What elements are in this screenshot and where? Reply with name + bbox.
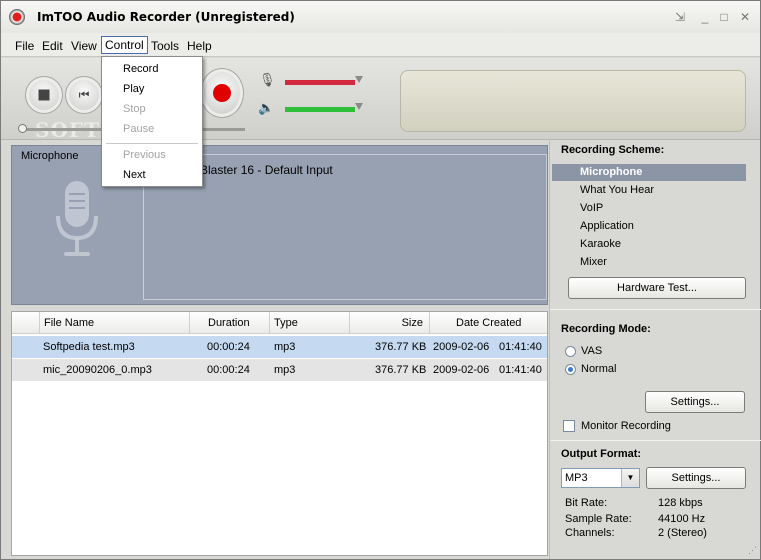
source-device-panel: d Blaster 16 - Default Input [143,154,547,300]
menu-file[interactable]: File [11,37,38,55]
scheme-item-karaoke[interactable]: Karaoke [552,236,746,253]
hardware-test-button[interactable]: Hardware Test... [568,277,746,299]
output-format-title: Output Format: [561,448,642,460]
stop-icon [38,89,50,101]
column-header-date-created[interactable]: Date Created [429,312,547,334]
recording-scheme-title: Recording Scheme: [561,144,665,156]
source-label: Microphone [21,150,79,162]
table-row[interactable]: mic_20090206_0.mp3 00:00:24 mp3 376.77 K… [12,359,547,381]
mic-volume-handle[interactable] [355,76,363,83]
previous-button[interactable]: ⏮ [65,76,103,114]
record-icon [213,84,231,102]
divider [550,440,761,441]
minimize-to-tray-icon[interactable]: ⇲ [673,10,687,24]
monitor-recording-label: Monitor Recording [581,420,671,432]
time-cell: 01:41:40 [499,341,542,353]
menu-item-record[interactable]: Record [103,59,201,79]
column-header-size[interactable]: Size [349,312,429,334]
format-settings-button[interactable]: Settings... [646,467,746,489]
minimize-icon[interactable]: _ [698,10,712,24]
mode-label-vas: VAS [581,345,603,357]
microphone-large-icon [56,181,98,256]
mode-radio-vas[interactable] [565,346,576,357]
sample-rate-label: Sample Rate: [565,513,632,525]
size-cell: 376.77 KB [375,341,427,353]
window-title: ImTOO Audio Recorder (Unregistered) [37,10,295,24]
menu-item-previous[interactable]: Previous [103,145,201,165]
stop-button[interactable] [25,76,63,114]
scheme-item-what-you-hear[interactable]: What You Hear [552,182,746,199]
output-format-value: MP3 [565,472,588,484]
menu-item-play[interactable]: Play [103,79,201,99]
mic-volume-slider[interactable] [285,80,355,85]
date-cell: 2009-02-06 [433,341,490,353]
sample-rate-value: 44100 Hz [658,513,706,525]
lcd-display [400,70,746,132]
duration-cell: 00:00:24 [207,341,250,353]
menu-bar: File Edit View Control Tools Help [1,33,760,57]
column-header-duration[interactable]: Duration [189,312,269,334]
output-format-select[interactable]: MP3 ▼ [561,468,640,488]
mode-radio-normal[interactable] [565,364,576,375]
table-header: File Name Duration Type Size Date Create… [12,312,547,334]
chevron-down-icon[interactable]: ▼ [621,469,639,487]
time-cell: 01:41:40 [499,364,542,376]
size-cell: 376.77 KB [375,364,427,376]
menu-edit[interactable]: Edit [38,37,67,55]
speaker-icon: 🔈 [258,100,275,115]
column-header-type[interactable]: Type [269,312,349,334]
channels-label: Channels: [565,527,615,539]
duration-cell: 00:00:24 [207,364,250,376]
scheme-item-voip[interactable]: VoIP [552,200,746,217]
type-cell: mp3 [274,364,296,376]
column-header-file-name[interactable]: File Name [39,312,189,334]
menu-separator [106,143,198,144]
resize-grip-icon[interactable]: ⋰ [748,545,757,556]
column-header-icon[interactable] [12,312,39,334]
settings-panel: Recording Scheme: Microphone What You He… [549,141,761,559]
app-logo-icon [9,9,25,25]
menu-view[interactable]: View [67,37,101,55]
menu-control[interactable]: Control [101,36,148,54]
menu-item-next[interactable]: Next [103,165,201,185]
date-cell: 2009-02-06 [433,364,490,376]
type-cell: mp3 [274,341,296,353]
channels-value: 2 (Stereo) [658,527,707,539]
record-button[interactable] [200,68,244,118]
scheme-item-mixer[interactable]: Mixer [552,254,746,271]
menu-tools[interactable]: Tools [147,37,183,55]
mode-label-normal: Normal [581,363,617,375]
app-window: ImTOO Audio Recorder (Unregistered) ⇲ _ … [0,0,761,560]
monitor-recording-checkbox[interactable] [563,420,575,432]
menu-item-pause[interactable]: Pause [103,119,201,139]
divider [550,309,761,310]
file-name-cell: mic_20090206_0.mp3 [43,364,152,376]
bit-rate-label: Bit Rate: [565,497,608,509]
close-icon[interactable]: ✕ [738,10,752,24]
file-list-table: File Name Duration Type Size Date Create… [11,311,548,556]
source-panel: Microphone d Blaster 16 - Default Input [11,145,548,305]
speaker-volume-handle[interactable] [355,103,363,110]
scheme-item-application[interactable]: Application [552,218,746,235]
table-row[interactable]: Softpedia test.mp3 00:00:24 mp3 376.77 K… [12,336,547,358]
title-bar: ImTOO Audio Recorder (Unregistered) ⇲ _ … [1,1,760,33]
control-dropdown-menu: Record Play Stop Pause Previous Next [101,56,203,187]
menu-help[interactable]: Help [183,37,216,55]
menu-item-stop[interactable]: Stop [103,99,201,119]
maximize-icon[interactable]: □ [717,10,731,24]
microphone-icon: 🎙 [259,72,276,87]
previous-icon: ⏮ [78,87,90,102]
bit-rate-value: 128 kbps [658,497,703,509]
speaker-volume-slider[interactable] [285,107,355,112]
seek-slider-handle[interactable] [18,124,27,133]
mode-settings-button[interactable]: Settings... [645,391,745,413]
source-device-name: d Blaster 16 - Default Input [190,163,333,177]
file-name-cell: Softpedia test.mp3 [43,341,135,353]
scheme-item-microphone[interactable]: Microphone [552,164,746,181]
recording-mode-title: Recording Mode: [561,323,651,335]
